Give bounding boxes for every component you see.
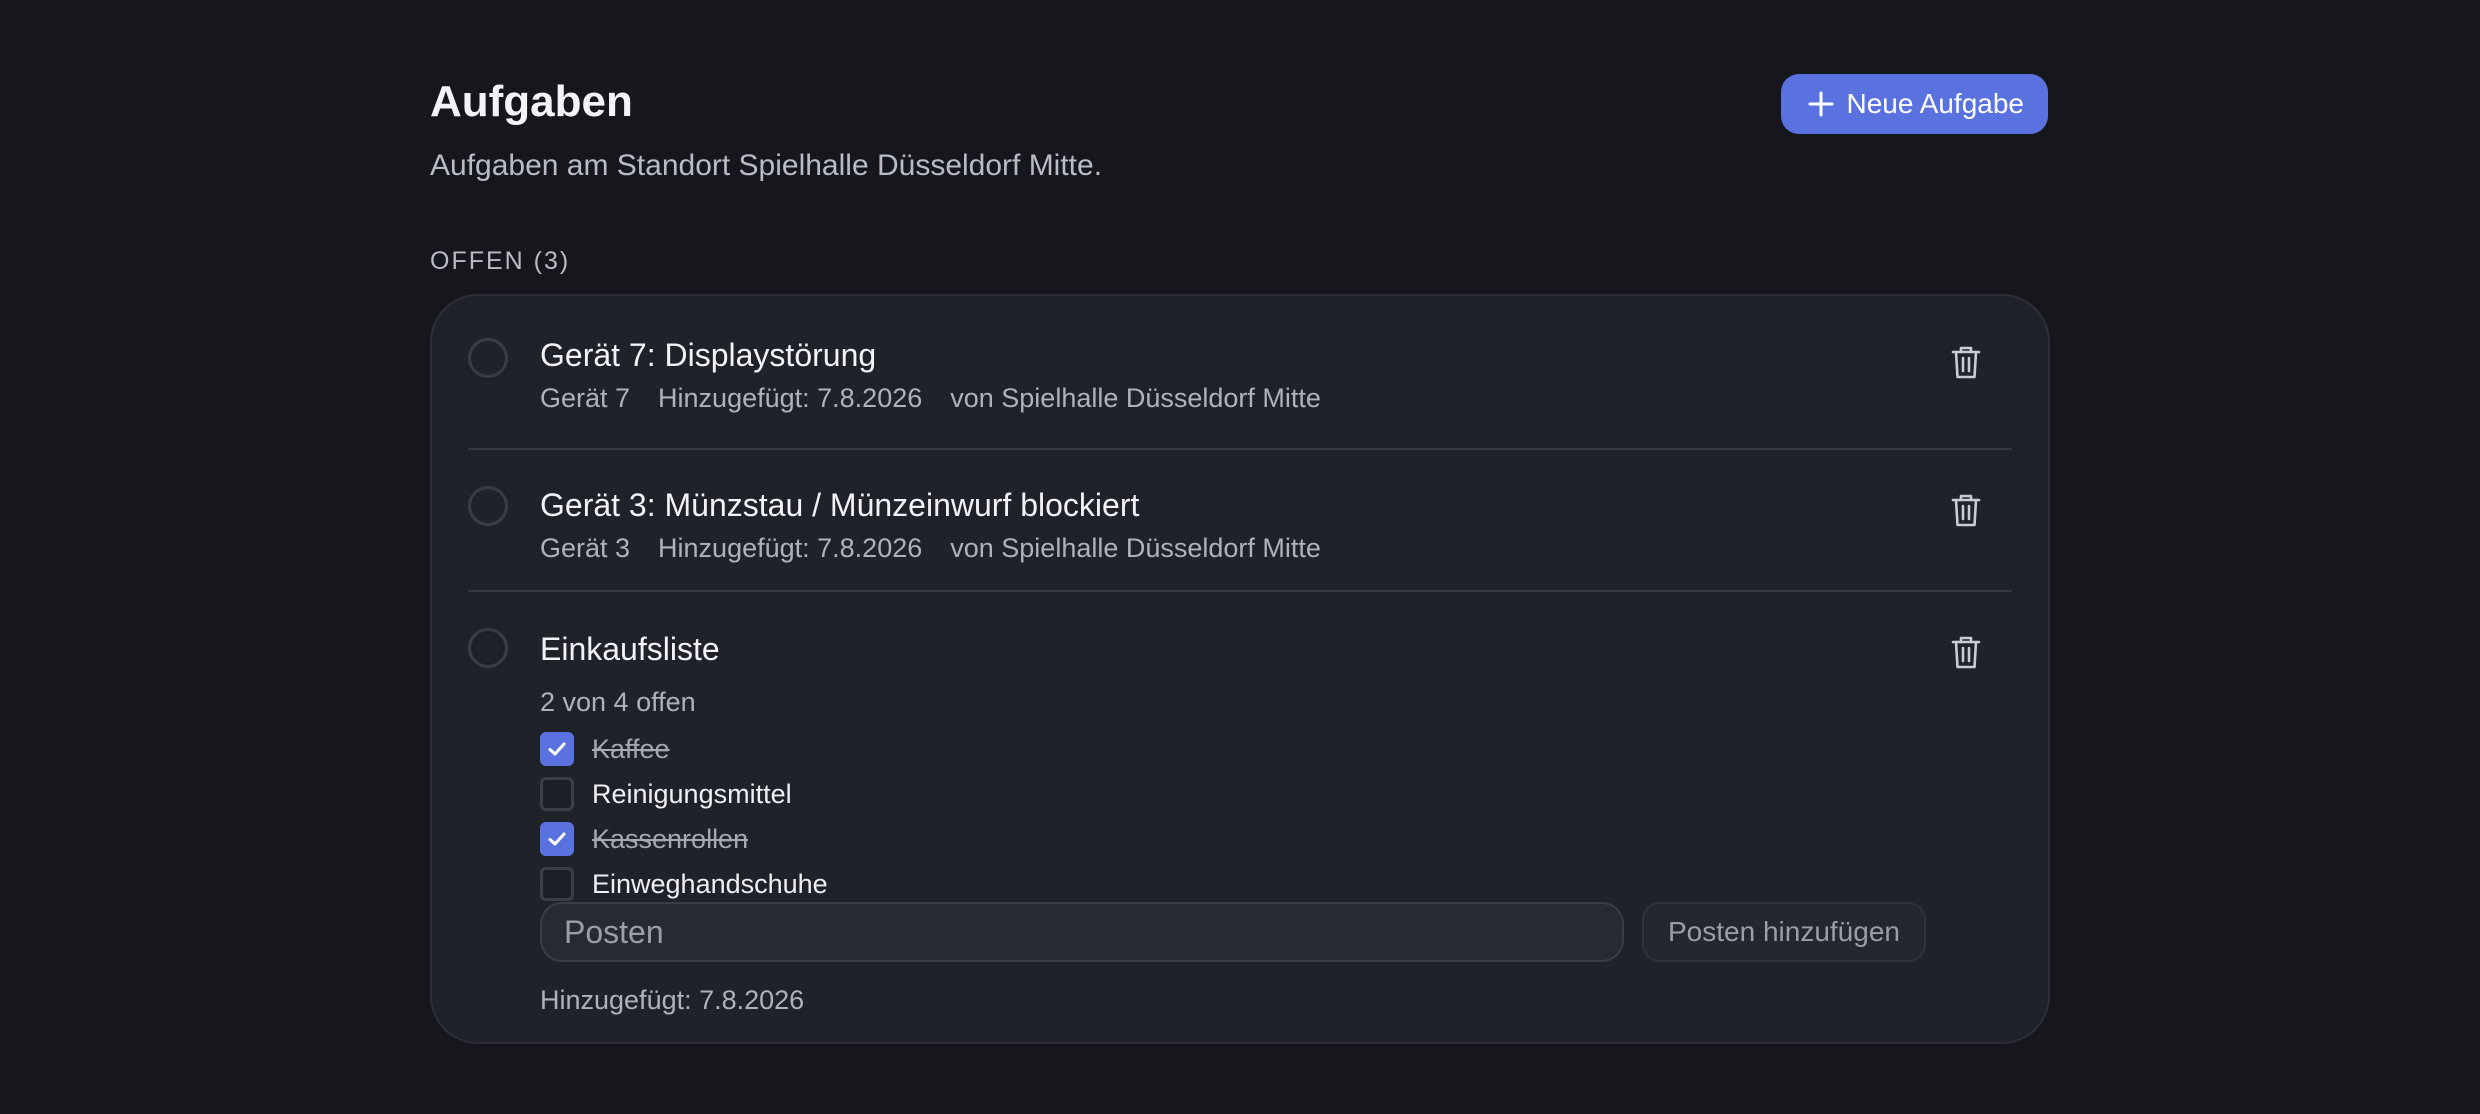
checklist-item: Kassenrollen [540, 816, 828, 861]
checklist-progress: 2 von 4 offen [540, 687, 696, 717]
trash-icon[interactable] [1946, 632, 1986, 672]
task-item: Gerät 7: Displaystörung Gerät 7 Hinzugef… [468, 296, 2012, 450]
checklist-item-label: Kassenrollen [592, 823, 749, 854]
task-added-date: Hinzugefügt: 7.8.2026 [658, 383, 923, 413]
checklist-item: Einweghandschuhe [540, 861, 828, 906]
task-list-card: Gerät 7: Displaystörung Gerät 7 Hinzugef… [430, 294, 2050, 1044]
task-meta: Gerät 7 Hinzugefügt: 7.8.2026 von Spielh… [540, 380, 1321, 416]
new-task-button[interactable]: Neue Aufgabe [1780, 74, 2048, 134]
task-title: Gerät 3: Münzstau / Münzeinwurf blockier… [540, 487, 1140, 523]
task-complete-toggle[interactable] [468, 338, 508, 378]
checklist-item: Kaffee [540, 726, 828, 771]
checklist-checkbox[interactable] [540, 821, 574, 856]
task-device: Gerät 7 [540, 383, 631, 413]
checklist-item-label: Kaffee [592, 733, 670, 764]
checklist-item-label: Einweghandschuhe [592, 868, 828, 899]
checklist: Kaffee Reinigungsmittel Kassenrollen Ein… [540, 726, 828, 906]
page-header: Aufgaben Aufgaben am Standort Spielhalle… [430, 0, 2050, 275]
checklist-item-label: Reinigungsmittel [592, 778, 792, 809]
page-subtitle: Aufgaben am Standort Spielhalle Düsseldo… [430, 149, 1103, 182]
check-icon [548, 742, 566, 755]
task-item-checklist: Einkaufsliste 2 von 4 offen Kaffee Reini… [468, 592, 2012, 1042]
checklist-checkbox[interactable] [540, 731, 574, 766]
plus-icon [1807, 90, 1835, 118]
task-complete-toggle[interactable] [468, 628, 508, 668]
task-title: Gerät 7: Displaystörung [540, 337, 877, 373]
tasks-page: Aufgaben Aufgaben am Standort Spielhalle… [430, 0, 2050, 1044]
task-added-date: Hinzugefügt: 7.8.2026 [540, 985, 805, 1015]
checklist-item: Reinigungsmittel [540, 771, 828, 816]
page-title: Aufgaben [430, 77, 633, 126]
task-complete-toggle[interactable] [468, 486, 508, 526]
task-added-date: Hinzugefügt: 7.8.2026 [658, 533, 923, 563]
task-meta: Gerät 3 Hinzugefügt: 7.8.2026 von Spielh… [540, 530, 1321, 566]
add-item-row: Posten hinzufügen [540, 902, 1926, 962]
section-label-open: OFFEN (3) [430, 247, 571, 275]
trash-icon[interactable] [1946, 490, 1986, 530]
task-item: Gerät 3: Münzstau / Münzeinwurf blockier… [468, 450, 2012, 592]
task-device: Gerät 3 [540, 533, 631, 563]
checklist-checkbox[interactable] [540, 776, 574, 811]
add-item-button[interactable]: Posten hinzufügen [1642, 902, 1926, 962]
checklist-checkbox[interactable] [540, 866, 574, 901]
trash-icon[interactable] [1946, 342, 1986, 382]
task-title: Einkaufsliste [540, 631, 720, 667]
posten-input[interactable] [540, 902, 1624, 962]
task-source: von Spielhalle Düsseldorf Mitte [950, 533, 1321, 563]
check-icon [548, 832, 566, 845]
new-task-button-label: Neue Aufgabe [1846, 88, 2025, 119]
task-source: von Spielhalle Düsseldorf Mitte [950, 383, 1321, 413]
